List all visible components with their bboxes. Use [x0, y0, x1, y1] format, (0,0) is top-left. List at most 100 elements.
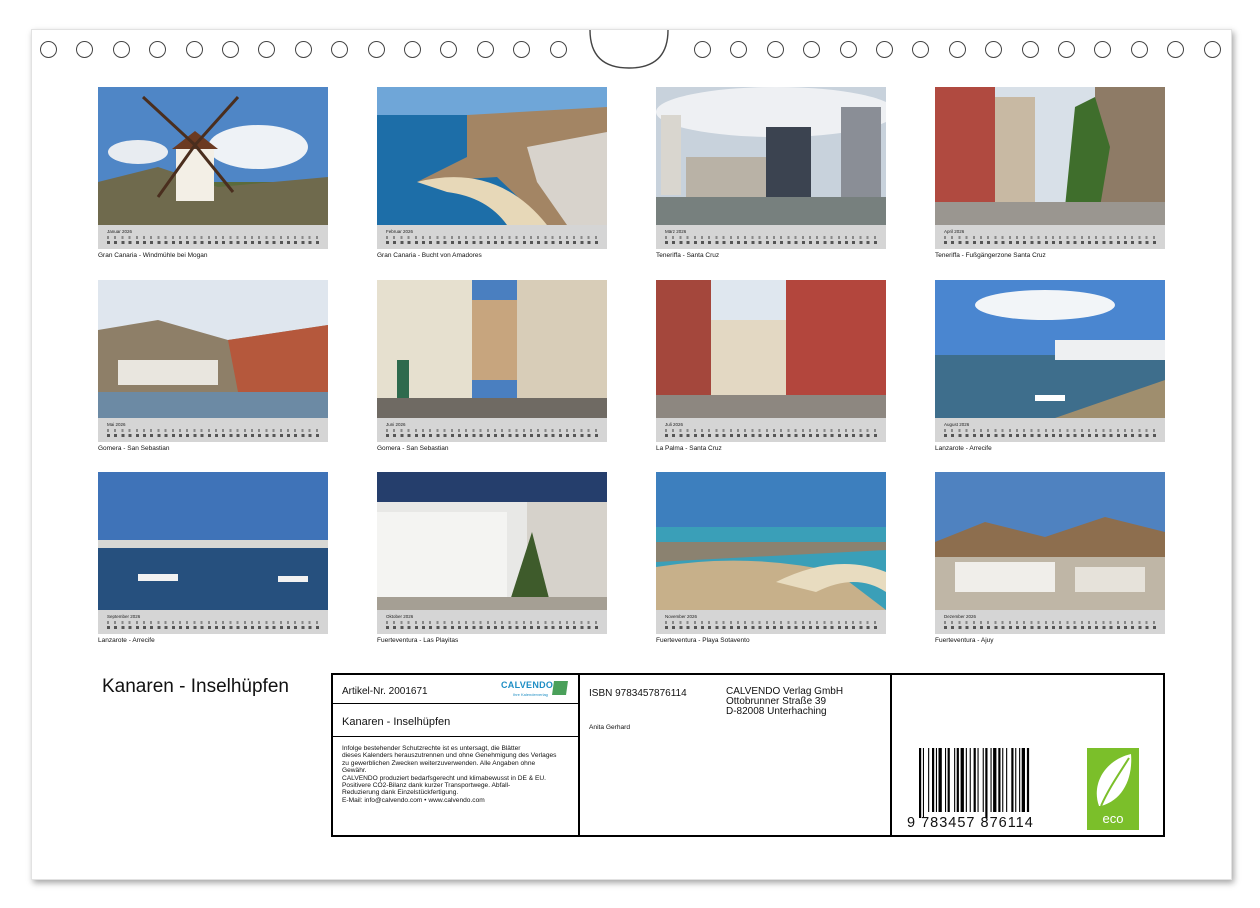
month-calendar-strip: September 2026: [98, 610, 328, 634]
month-calendar-strip: Januar 2026: [98, 225, 328, 249]
day-row: [386, 241, 601, 244]
weekday-row: [944, 429, 1159, 432]
binding-hole: [803, 41, 821, 58]
binding-hole: [1094, 41, 1112, 58]
photo-caption: Gran Canaria - Bucht von Amadores: [377, 252, 482, 259]
month-label: Juni 2026: [386, 422, 406, 427]
month-label: März 2026: [665, 229, 687, 234]
weekday-row: [386, 236, 601, 239]
legal-line: zu gewerblichen Zwecken weiterzuverwende…: [342, 759, 536, 767]
month-photo: [98, 472, 328, 610]
month-label: November 2026: [665, 614, 698, 619]
day-row: [386, 626, 601, 629]
day-row: [107, 241, 322, 244]
month-cell: Juni 2026 Gomera - San Sebastian: [377, 280, 607, 452]
binding-hole: [694, 41, 711, 58]
photo-caption: Teneriffa - Fußgängerzone Santa Cruz: [935, 252, 1046, 259]
day-row: [944, 434, 1159, 437]
month-photo: [656, 280, 886, 418]
binding-hole: [112, 41, 130, 58]
month-calendar-strip: Oktober 2026: [377, 610, 607, 634]
legal-line: Positivere CO2-Bilanz dank kurzer Transp…: [342, 782, 511, 790]
binding-hole: [839, 41, 857, 58]
month-photo: [656, 472, 886, 610]
binding-hole: [222, 41, 239, 58]
info-subtitle: Kanaren - Inselhüpfen: [342, 716, 451, 728]
month-photo: [98, 87, 328, 225]
month-cell: Mai 2026 Gomera - San Sebastian: [98, 280, 328, 452]
weekday-row: [107, 621, 322, 624]
month-label: Juli 2026: [665, 422, 684, 427]
binding-hole: [294, 41, 312, 58]
month-photo: [935, 87, 1165, 225]
binding-hole: [876, 41, 893, 58]
day-row: [386, 434, 601, 437]
month-cell: Oktober 2026 Fuerteventura - Las Playitas: [377, 472, 607, 644]
weekday-row: [665, 429, 880, 432]
month-calendar-strip: Dezember 2026: [935, 610, 1165, 634]
legal-line: Gewähr.: [342, 767, 367, 775]
binding-hole: [730, 41, 748, 58]
legal-line: CALVENDO produziert bedarfsgerecht und k…: [342, 774, 547, 782]
calendar-title: Kanaren - Inselhüpfen: [102, 676, 289, 697]
month-calendar-strip: April 2026: [935, 225, 1165, 249]
barcode-number: 9 783457 876114: [907, 815, 1034, 831]
month-calendar-strip: Juli 2026: [656, 418, 886, 442]
binding-hole: [40, 41, 57, 58]
day-row: [665, 241, 880, 244]
info-column-right: 9 783457 876114 eco: [892, 675, 1163, 835]
photo-caption: Lanzarote - Arrecife: [935, 445, 992, 452]
binding-hole: [513, 41, 531, 58]
article-number: Artikel-Nr. 2001671: [342, 686, 428, 697]
publisher-address: CALVENDO Verlag GmbH Ottobrunner Straße …: [726, 687, 843, 717]
legal-line: Reduzierung dank Einzelstückfertigung.: [342, 789, 459, 797]
binding-hole: [476, 41, 494, 58]
barcode-icon: [919, 748, 1030, 818]
month-label: Februar 2026: [386, 229, 414, 234]
article-row: Artikel-Nr. 2001671 CALVENDO Ihre Kalend…: [333, 675, 578, 704]
legal-line: E-Mail: info@calvendo.com • www.calvendo…: [342, 796, 485, 804]
eco-leaf-icon: eco: [1087, 748, 1139, 830]
legal-line: dieses Kalenders herauszutrennen und ohn…: [342, 752, 557, 760]
binding-hole: [367, 41, 385, 58]
photo-caption: Teneriffa - Santa Cruz: [656, 252, 720, 259]
photo-caption: Gran Canaria - Windmühle bei Mogan: [98, 252, 208, 259]
eco-label: eco: [1103, 811, 1124, 826]
weekday-row: [665, 236, 880, 239]
binding-hole: [1203, 41, 1221, 58]
month-calendar-strip: November 2026: [656, 610, 886, 634]
month-calendar-strip: Mai 2026: [98, 418, 328, 442]
subtitle-row: Kanaren - Inselhüpfen: [333, 704, 578, 737]
photo-caption: La Palma - Santa Cruz: [656, 445, 722, 452]
month-label: Mai 2026: [107, 422, 126, 427]
legal-text: Infolge bestehender Schutzrechte ist es …: [342, 745, 574, 804]
binding-hole: [404, 41, 421, 58]
binding-hole: [185, 41, 203, 58]
binding-hole: [766, 41, 784, 58]
month-calendar-strip: Juni 2026: [377, 418, 607, 442]
weekday-row: [665, 621, 880, 624]
photo-caption: Gomera - San Sebastian: [98, 445, 170, 452]
photo-caption: Fuerteventura - Playa Sotavento: [656, 637, 750, 644]
logo-mark-icon: [552, 681, 568, 695]
logo-subtext: Ihre Kalenderverlag: [513, 692, 548, 697]
weekday-row: [944, 621, 1159, 624]
month-calendar-strip: August 2026: [935, 418, 1165, 442]
day-row: [944, 241, 1159, 244]
binding-hole: [985, 41, 1003, 58]
legal-line: Infolge bestehender Schutzrechte ist es …: [342, 745, 521, 752]
weekday-row: [107, 429, 322, 432]
binding-hole: [258, 41, 276, 58]
isbn-text: ISBN 9783457876114: [589, 688, 687, 699]
month-photo: [98, 280, 328, 418]
binding-hole: [948, 41, 966, 58]
weekday-row: [944, 236, 1159, 239]
day-row: [107, 434, 322, 437]
day-row: [665, 434, 880, 437]
month-photo: [377, 472, 607, 610]
month-photo: [656, 87, 886, 225]
weekday-row: [386, 621, 601, 624]
month-photo: [377, 280, 607, 418]
month-label: September 2026: [107, 614, 141, 619]
month-cell: August 2026 Lanzarote - Arrecife: [935, 280, 1165, 452]
